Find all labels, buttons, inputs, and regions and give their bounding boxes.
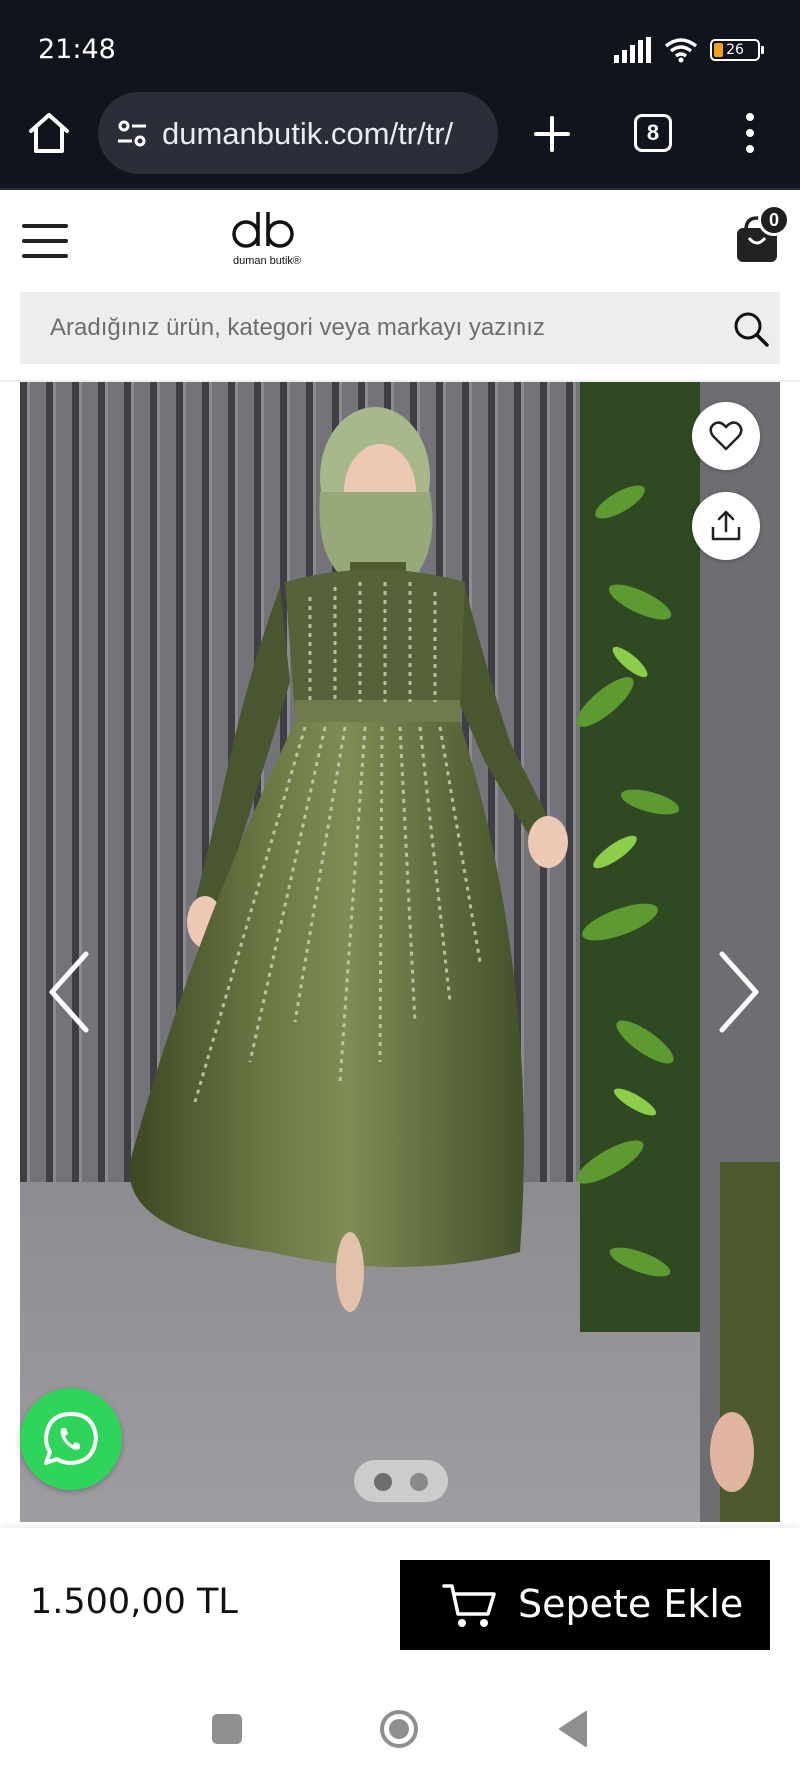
whatsapp-button[interactable] (20, 1388, 122, 1490)
search-box (20, 292, 780, 364)
duman-butik-logo[interactable]: duman butik® (222, 206, 312, 272)
search-input[interactable] (50, 292, 690, 364)
whatsapp-icon (44, 1412, 98, 1465)
site-header: duman butik® (0, 192, 800, 290)
signal-icon (614, 37, 651, 63)
chevron-left-icon[interactable] (38, 942, 98, 1042)
battery-level: 26 (726, 42, 744, 58)
purchase-bar: 1.500,00 TL Sepete Ekle (0, 1528, 800, 1678)
product-image-gallery[interactable] (20, 382, 780, 1522)
page: 21:48 26 dumanbutik.com/tr/tr/ 8 duman b… (0, 0, 800, 1777)
status-icons: 26 (614, 36, 764, 64)
cart-count-badge[interactable]: 0 (758, 204, 790, 236)
add-to-cart-label: Sepete Ekle (518, 1582, 744, 1626)
back-triangle-icon[interactable] (558, 1710, 588, 1748)
address-bar[interactable]: dumanbutik.com/tr/tr/ (98, 92, 498, 174)
favorite-button[interactable] (692, 402, 760, 470)
url-text[interactable]: dumanbutik.com/tr/tr/ (162, 114, 487, 154)
heart-icon (709, 421, 743, 451)
wifi-icon (664, 38, 698, 63)
svg-text:duman butik®: duman butik® (233, 255, 301, 267)
cart-icon (442, 1584, 496, 1627)
product-photo (20, 382, 780, 1522)
hamburger-menu-icon[interactable] (22, 222, 68, 260)
product-price: 1.500,00 TL (30, 1582, 238, 1622)
site-settings-icon[interactable] (116, 118, 148, 150)
share-icon (711, 510, 741, 541)
status-bar: 21:48 26 (0, 0, 800, 92)
new-tab-icon[interactable] (530, 112, 574, 156)
status-time: 21:48 (38, 34, 116, 65)
battery-icon: 26 (710, 39, 764, 61)
gallery-pagination (354, 1460, 448, 1502)
chevron-right-icon[interactable] (710, 942, 770, 1042)
home-circle-icon[interactable] (378, 1708, 420, 1750)
tab-switcher-button[interactable]: 8 (634, 114, 672, 152)
recents-icon[interactable] (212, 1714, 242, 1744)
add-to-cart-button[interactable]: Sepete Ekle (400, 1560, 770, 1650)
system-navigation-bar (0, 1678, 800, 1777)
browser-toolbar: dumanbutik.com/tr/tr/ 8 (0, 92, 800, 190)
gallery-dot-1[interactable] (374, 1473, 392, 1491)
share-button[interactable] (692, 492, 760, 560)
more-menu-icon[interactable] (736, 110, 764, 156)
gallery-dot-2[interactable] (410, 1473, 428, 1491)
search-icon[interactable] (732, 310, 770, 348)
home-icon[interactable] (26, 110, 72, 156)
